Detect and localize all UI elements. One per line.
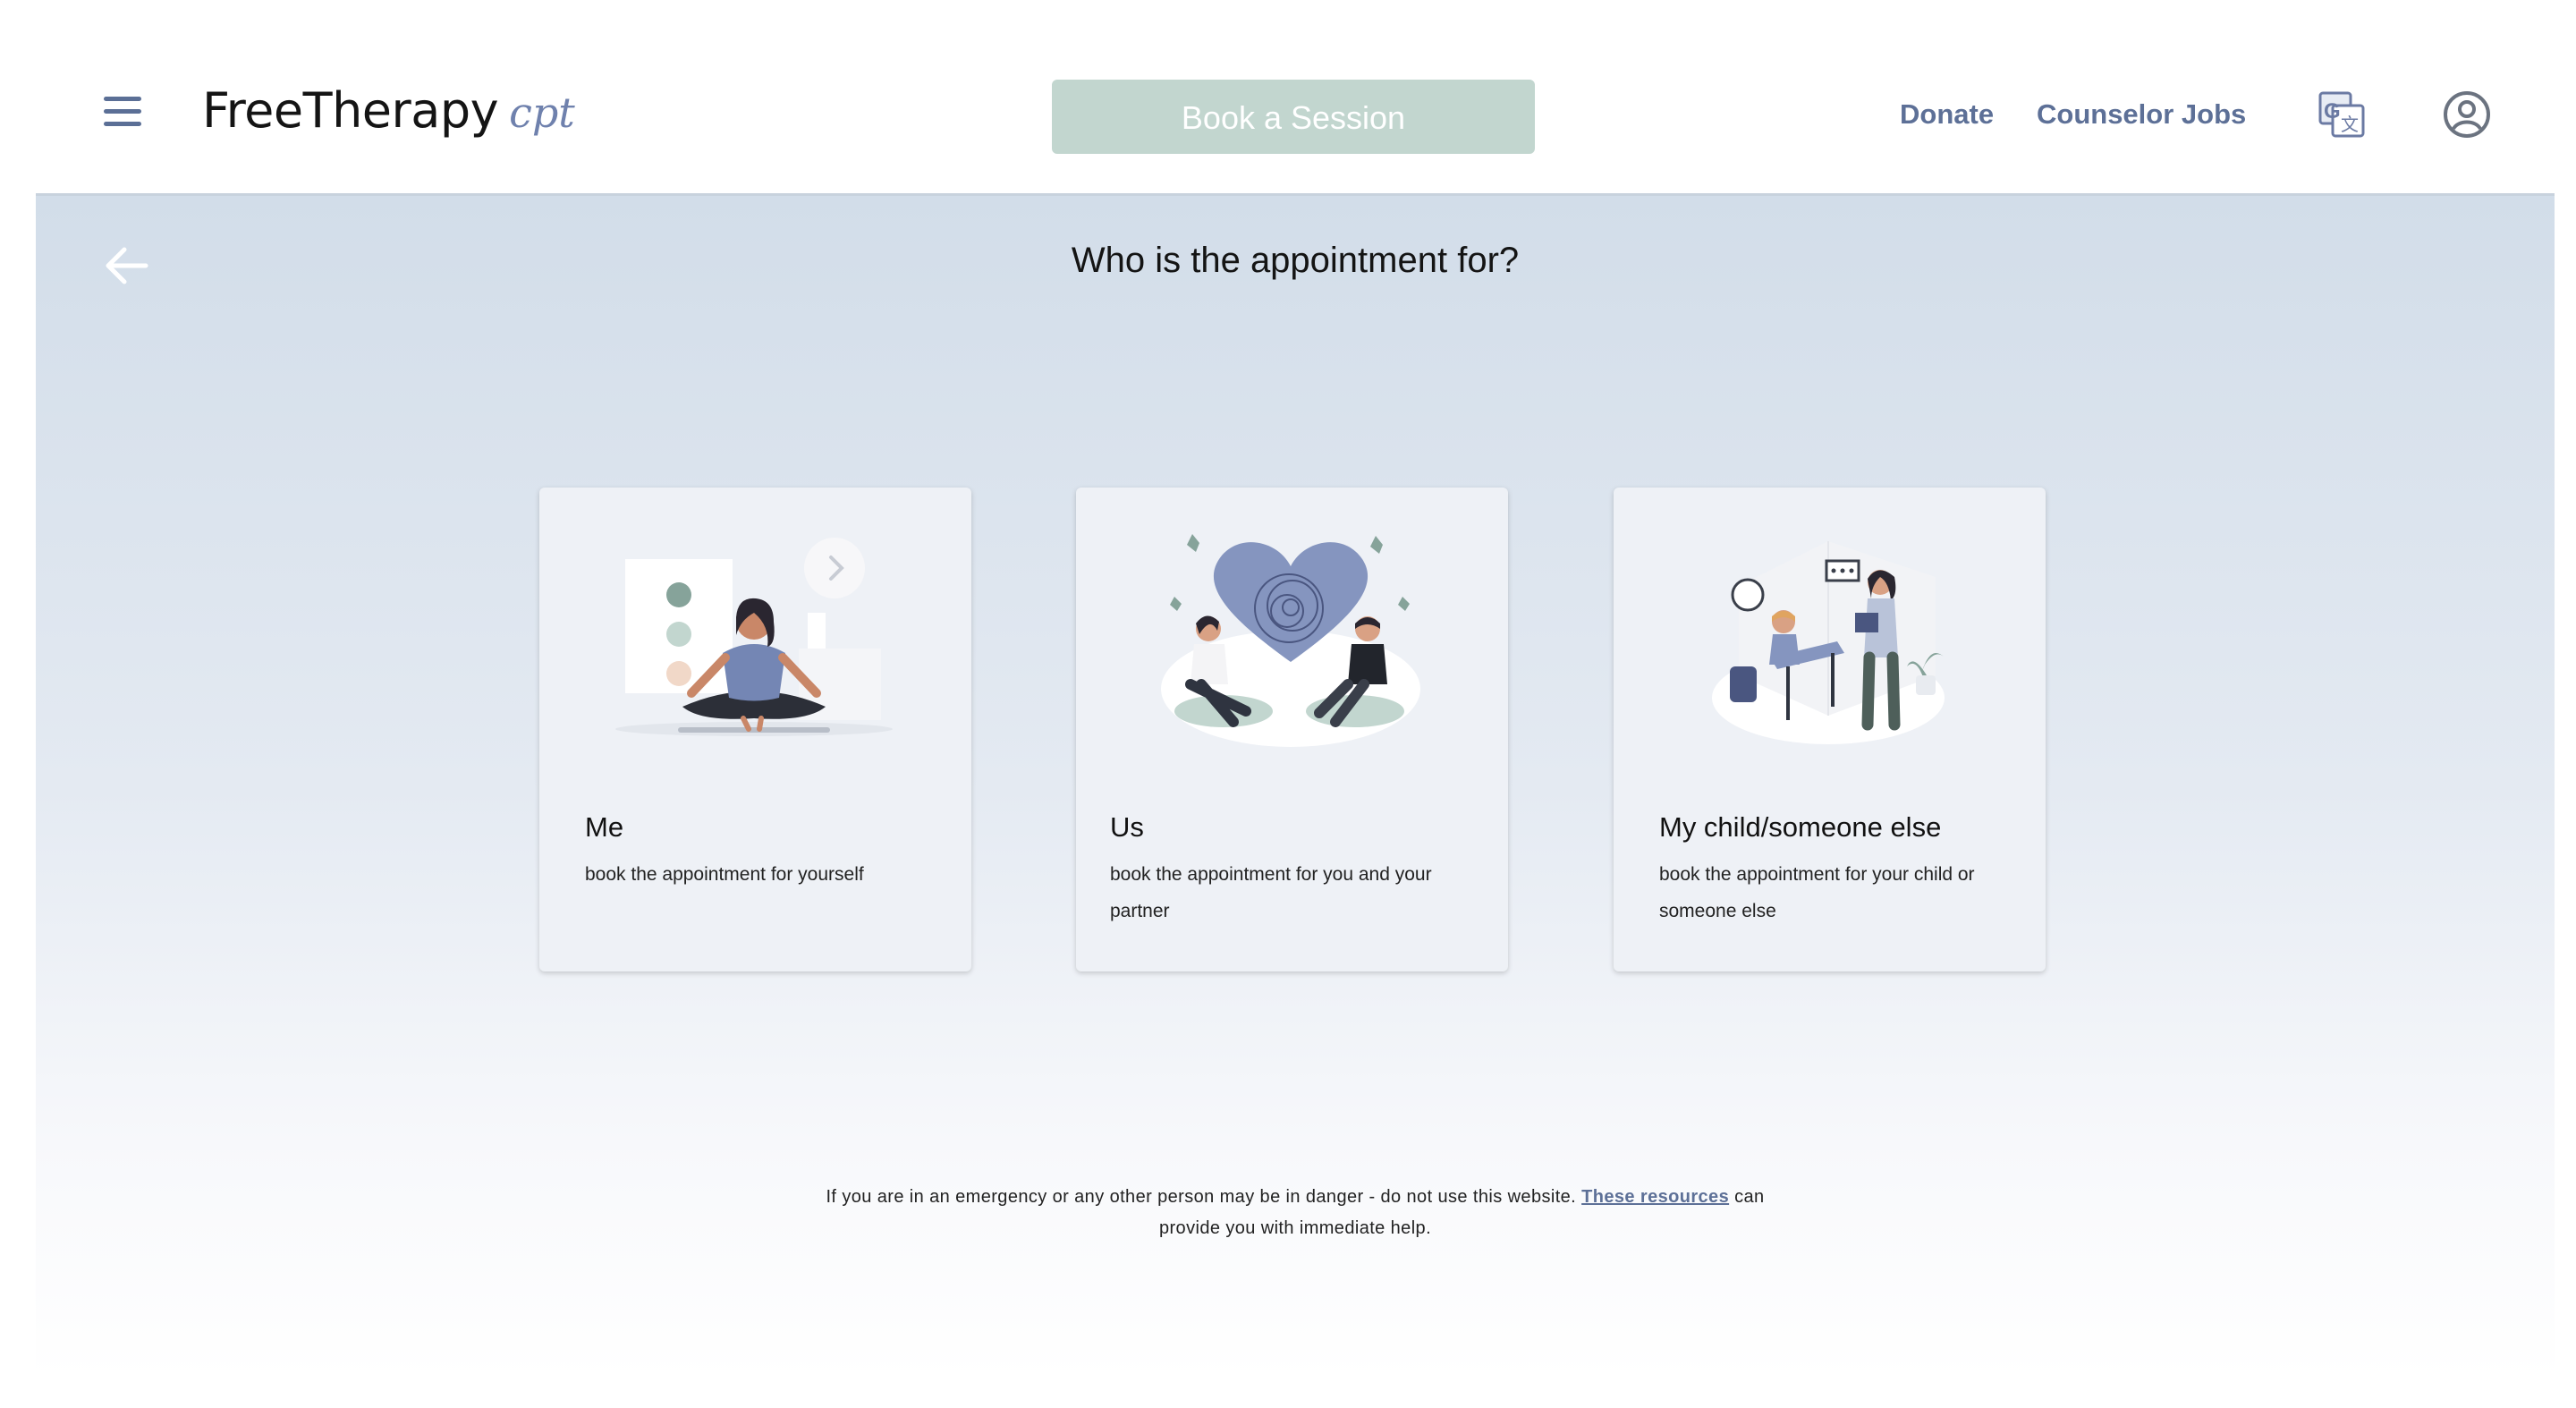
option-card-us[interactable]: Us book the appointment for you and your… <box>1076 488 1508 971</box>
logo-wordmark: FreeTherapy <box>202 82 499 139</box>
meditation-illustration <box>539 523 971 747</box>
card-description: book the appointment for your child or s… <box>1659 864 1975 921</box>
couple-illustration <box>1076 523 1508 747</box>
resources-link[interactable]: These resources <box>1581 1187 1729 1207</box>
emergency-text-end: can <box>1734 1187 1765 1207</box>
card-title: Me <box>585 811 624 843</box>
card-description: book the appointment for you and your pa… <box>1110 864 1432 921</box>
page-title: Who is the appointment for? <box>1071 241 1520 280</box>
emergency-text-line2: provide you with immediate help. <box>1158 1218 1432 1238</box>
card-title: My child/someone else <box>1659 811 1942 843</box>
counselor-jobs-link[interactable]: Counselor Jobs <box>2037 93 2246 136</box>
translate-icon[interactable]: G 文 <box>2317 89 2367 140</box>
logo[interactable]: FreeTherapy cpt <box>202 82 575 145</box>
svg-text:G: G <box>2324 99 2341 123</box>
site-header: FreeTherapy cpt Book a Session Donate Co… <box>0 0 2576 193</box>
parent-child-illustration <box>1614 523 2046 747</box>
main-content: Who is the appointment for? Me book the … <box>36 193 2555 1378</box>
donate-link[interactable]: Donate <box>1900 93 1994 136</box>
card-title: Us <box>1110 811 1144 843</box>
svg-text:文: 文 <box>2341 114 2359 135</box>
logo-suffix: cpt <box>509 89 575 137</box>
card-description: book the appointment for yourself <box>585 864 864 885</box>
emergency-notice: If you are in an emergency or any other … <box>36 1182 2555 1244</box>
option-card-child[interactable]: My child/someone else book the appointme… <box>1614 488 2046 971</box>
option-card-me[interactable]: Me book the appointment for yourself <box>539 488 971 971</box>
account-icon[interactable] <box>2442 89 2492 140</box>
book-session-button[interactable]: Book a Session <box>1052 80 1535 154</box>
hamburger-menu-icon[interactable] <box>104 97 143 127</box>
emergency-text: If you are in an emergency or any other … <box>826 1187 1577 1207</box>
